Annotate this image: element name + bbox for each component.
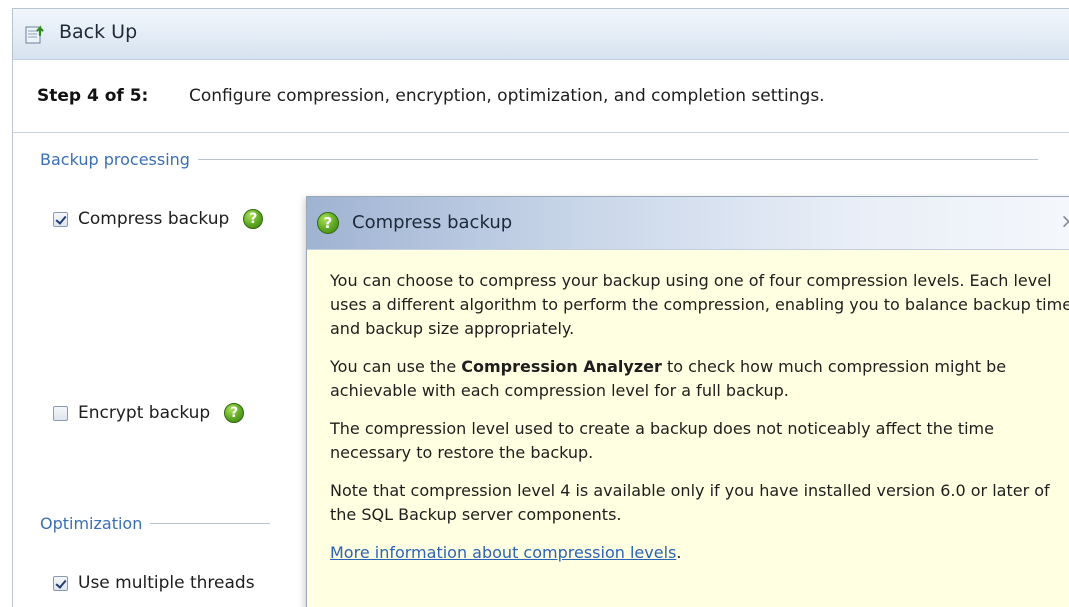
help-popup: ? Compress backup × You can choose to co… (306, 196, 1069, 607)
use-multiple-threads-checkbox[interactable] (53, 575, 68, 591)
section-heading: Backup processing (40, 150, 190, 169)
encrypt-backup-checkbox[interactable] (53, 405, 68, 421)
compress-backup-option[interactable]: Compress backup ? (53, 209, 264, 229)
section-divider (150, 523, 271, 524)
backup-wizard-icon (25, 24, 47, 44)
compress-backup-checkbox[interactable] (53, 211, 68, 227)
help-paragraph: You can use the Compression Analyzer to … (330, 355, 1069, 403)
compression-analyzer-term: Compression Analyzer (461, 357, 662, 376)
section-divider (197, 159, 1038, 160)
encrypt-backup-option[interactable]: Encrypt backup ? (53, 403, 245, 423)
step-number: Step 4 of 5: (37, 86, 149, 106)
help-text: . (676, 543, 682, 562)
compression-levels-link[interactable]: More information about compression level… (330, 543, 676, 562)
close-icon[interactable]: × (1060, 209, 1069, 233)
help-icon[interactable]: ? (224, 403, 245, 423)
encrypt-backup-label[interactable]: Encrypt backup (78, 403, 210, 423)
step-header: Step 4 of 5: Configure compression, encr… (13, 60, 1069, 133)
use-multiple-threads-label[interactable]: Use multiple threads (78, 573, 255, 593)
section-backup-processing: Backup processing (40, 150, 1038, 169)
help-icon: ? (317, 212, 339, 234)
section-optimization: Optimization (40, 514, 271, 533)
help-paragraph: You can choose to compress your backup u… (330, 271, 1069, 338)
step-description: Configure compression, encryption, optim… (189, 86, 825, 106)
help-paragraph: Note that compression level 4 is availab… (330, 481, 1050, 524)
help-popup-title: Compress backup (352, 212, 513, 233)
title-bar: Back Up (13, 9, 1069, 60)
help-link-paragraph: More information about compression level… (330, 541, 1069, 565)
help-text: You can use the (330, 357, 462, 376)
backup-wizard-window: Back Up Step 4 of 5: Configure compressi… (12, 8, 1069, 607)
window-title: Back Up (59, 21, 138, 43)
help-popup-header: ? Compress backup × (307, 197, 1069, 250)
section-heading: Optimization (40, 514, 143, 533)
help-popup-body: You can choose to compress your backup u… (330, 269, 1069, 579)
use-multiple-threads-option[interactable]: Use multiple threads (53, 573, 255, 593)
help-icon[interactable]: ? (243, 209, 264, 229)
help-paragraph: The compression level used to create a b… (330, 419, 994, 462)
compress-backup-label[interactable]: Compress backup (78, 209, 229, 229)
